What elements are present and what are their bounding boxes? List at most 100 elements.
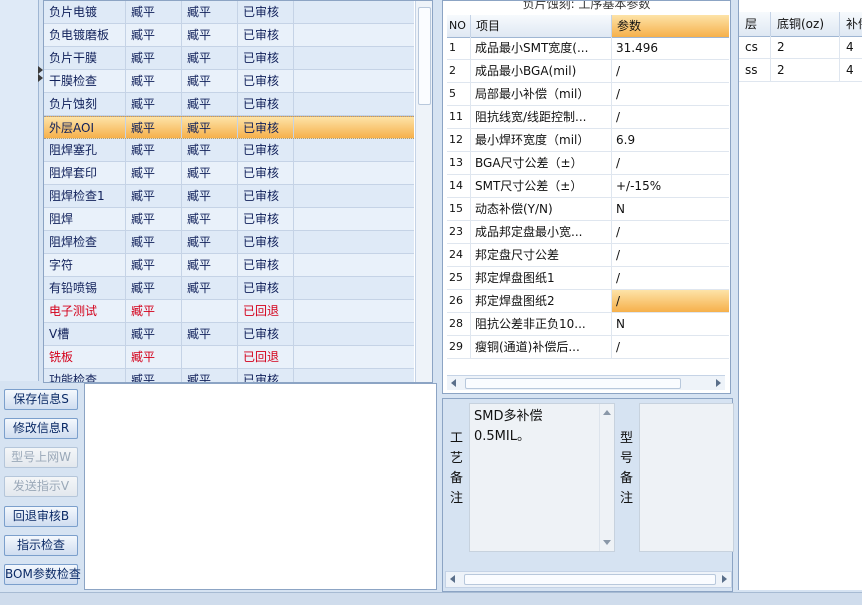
- action-button-7[interactable]: BOM参数检查: [4, 564, 81, 585]
- process-name-cell[interactable]: 字符: [44, 254, 126, 276]
- param-no-cell[interactable]: 12: [447, 129, 471, 151]
- maker-cell[interactable]: 臧平: [126, 47, 182, 69]
- param-item-cell[interactable]: 邦定盘尺寸公差: [471, 244, 612, 266]
- checker-cell[interactable]: 臧平: [182, 93, 238, 115]
- params-horizontal-scrollbar[interactable]: [447, 375, 725, 390]
- maker-cell[interactable]: 臧平: [126, 24, 182, 46]
- param-row[interactable]: 1 成品最小SMT宽度(... 31.496: [447, 37, 729, 60]
- param-item-cell[interactable]: 成品邦定盘最小宽...: [471, 221, 612, 243]
- maker-cell[interactable]: 臧平: [126, 300, 182, 322]
- status-cell[interactable]: 已审核: [238, 47, 294, 69]
- param-item-cell[interactable]: 最小焊环宽度（mil）: [471, 129, 612, 151]
- maker-cell[interactable]: 臧平: [126, 346, 182, 368]
- process-row[interactable]: 功能检查 臧平 臧平 已审核: [44, 369, 414, 382]
- empty-cell[interactable]: [294, 185, 414, 207]
- param-value-cell[interactable]: /: [612, 60, 729, 82]
- action-button-6[interactable]: 指示检查: [4, 535, 78, 556]
- param-item-cell[interactable]: 邦定焊盘图纸1: [471, 267, 612, 289]
- process-row[interactable]: 负片干膜 臧平 臧平 已审核: [44, 47, 414, 70]
- scroll-left-icon[interactable]: [451, 379, 456, 387]
- param-no-cell[interactable]: 24: [447, 244, 471, 266]
- param-row[interactable]: 26 邦定焊盘图纸2/: [447, 290, 729, 313]
- action-button-5[interactable]: 回退审核B: [4, 506, 78, 527]
- maker-cell[interactable]: 臧平: [126, 93, 182, 115]
- param-no-cell[interactable]: 11: [447, 106, 471, 128]
- process-name-cell[interactable]: 负片干膜: [44, 47, 126, 69]
- param-no-cell[interactable]: 29: [447, 336, 471, 358]
- empty-cell[interactable]: [294, 254, 414, 276]
- checker-cell[interactable]: 臧平: [182, 24, 238, 46]
- process-row[interactable]: 阻焊检查1 臧平 臧平 已审核: [44, 185, 414, 208]
- checker-cell[interactable]: [182, 300, 238, 322]
- remarks-horizontal-scrollbar[interactable]: [445, 571, 732, 588]
- compensation-cell[interactable]: 4: [840, 36, 862, 58]
- empty-cell[interactable]: [294, 231, 414, 253]
- checker-cell[interactable]: 臧平: [182, 70, 238, 92]
- checker-cell[interactable]: 臧平: [182, 208, 238, 230]
- maker-cell[interactable]: 臧平: [126, 117, 182, 138]
- process-name-cell[interactable]: 外层AOI: [44, 117, 126, 138]
- param-row[interactable]: 29 瘦铜(通道)补偿后... /: [447, 336, 729, 359]
- layer-cell[interactable]: cs: [739, 36, 771, 58]
- status-cell[interactable]: 已审核: [238, 117, 294, 138]
- empty-cell[interactable]: [294, 24, 414, 46]
- checker-cell[interactable]: 臧平: [182, 231, 238, 253]
- param-value-cell[interactable]: /: [612, 83, 729, 105]
- scroll-left-icon[interactable]: [450, 575, 455, 583]
- maker-cell[interactable]: 臧平: [126, 70, 182, 92]
- param-value-cell[interactable]: N: [612, 198, 729, 220]
- param-row[interactable]: 13 BGA尺寸公差（±） /: [447, 152, 729, 175]
- process-name-cell[interactable]: 阻焊塞孔: [44, 139, 126, 161]
- scrollbar-thumb[interactable]: [418, 7, 431, 105]
- status-cell[interactable]: 已审核: [238, 254, 294, 276]
- empty-cell[interactable]: [294, 162, 414, 184]
- process-name-cell[interactable]: 阻焊: [44, 208, 126, 230]
- copper-row[interactable]: cs 2 4: [739, 36, 862, 59]
- param-no-cell[interactable]: 14: [447, 175, 471, 197]
- process-name-cell[interactable]: 阻焊检查: [44, 231, 126, 253]
- remarks-scrollbar[interactable]: [599, 404, 614, 551]
- maker-cell[interactable]: 臧平: [126, 208, 182, 230]
- scroll-right-icon[interactable]: [716, 379, 721, 387]
- process-row[interactable]: 有铅喷锡 臧平 臧平 已审核: [44, 277, 414, 300]
- checker-cell[interactable]: [182, 346, 238, 368]
- empty-cell[interactable]: [294, 208, 414, 230]
- status-cell[interactable]: 已回退: [238, 300, 294, 322]
- maker-cell[interactable]: 臧平: [126, 254, 182, 276]
- action-button-2[interactable]: 修改信息R: [4, 418, 78, 439]
- process-name-cell[interactable]: 铣板: [44, 346, 126, 368]
- header-layer[interactable]: 层: [739, 12, 771, 36]
- param-row[interactable]: 25 邦定焊盘图纸1/: [447, 267, 729, 290]
- empty-cell[interactable]: [294, 300, 414, 322]
- maker-cell[interactable]: 臧平: [126, 369, 182, 382]
- status-cell[interactable]: 已审核: [238, 369, 294, 382]
- scroll-up-icon[interactable]: [603, 410, 611, 415]
- param-value-cell[interactable]: N: [612, 313, 729, 335]
- maker-cell[interactable]: 臧平: [126, 139, 182, 161]
- scroll-right-icon[interactable]: [722, 575, 727, 583]
- maker-cell[interactable]: 臧平: [126, 1, 182, 23]
- process-name-cell[interactable]: 有铅喷锡: [44, 277, 126, 299]
- process-row[interactable]: 外层AOI 臧平 臧平 已审核: [44, 116, 414, 139]
- status-cell[interactable]: 已回退: [238, 346, 294, 368]
- param-value-cell[interactable]: +/-15%: [612, 175, 729, 197]
- param-value-cell[interactable]: /: [612, 244, 729, 266]
- process-name-cell[interactable]: 负片蚀刻: [44, 93, 126, 115]
- param-no-cell[interactable]: 23: [447, 221, 471, 243]
- process-row[interactable]: 字符 臧平 臧平 已审核: [44, 254, 414, 277]
- param-item-cell[interactable]: BGA尺寸公差（±）: [471, 152, 612, 174]
- header-base-copper[interactable]: 底铜(oz): [771, 12, 840, 36]
- status-cell[interactable]: 已审核: [238, 185, 294, 207]
- param-value-cell[interactable]: /: [612, 221, 729, 243]
- action-button-1[interactable]: 保存信息S: [4, 389, 78, 410]
- param-value-cell[interactable]: /: [612, 290, 729, 312]
- process-name-cell[interactable]: 负电镀磨板: [44, 24, 126, 46]
- empty-cell[interactable]: [294, 47, 414, 69]
- compensation-cell[interactable]: 4: [840, 59, 862, 81]
- empty-cell[interactable]: [294, 277, 414, 299]
- process-row[interactable]: 阻焊塞孔 臧平 臧平 已审核: [44, 139, 414, 162]
- scrollbar-thumb[interactable]: [465, 378, 681, 389]
- model-remarks-textbox[interactable]: [639, 403, 734, 552]
- checker-cell[interactable]: 臧平: [182, 254, 238, 276]
- empty-cell[interactable]: [294, 346, 414, 368]
